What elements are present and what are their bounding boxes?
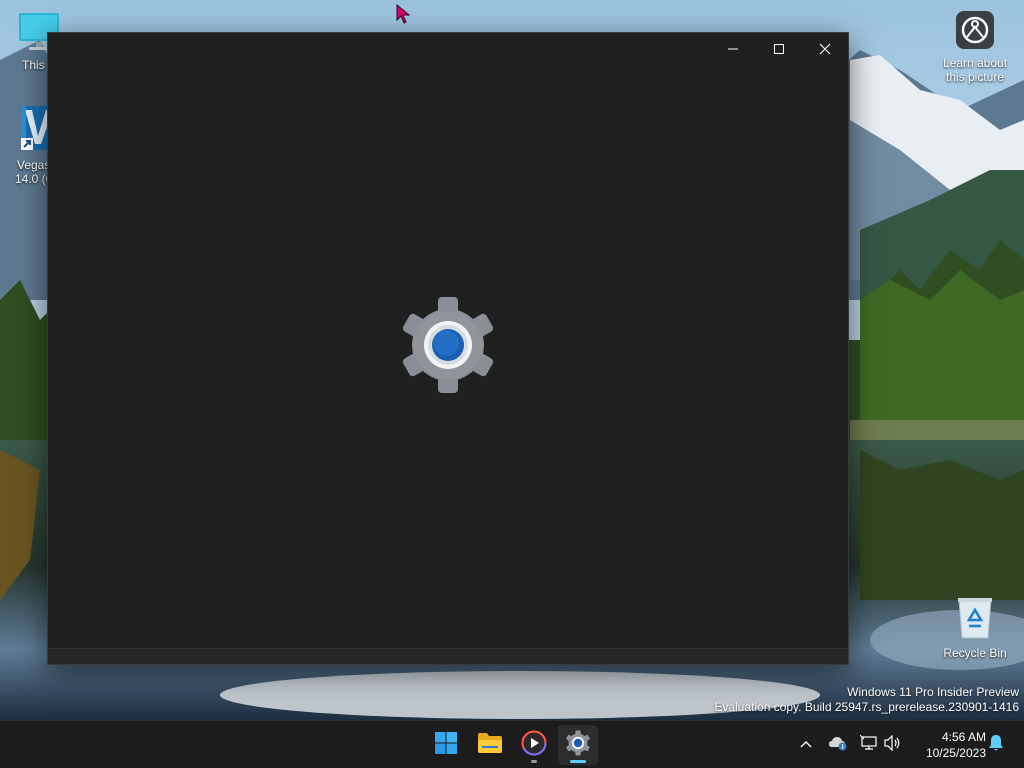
tray-network[interactable] — [858, 729, 880, 761]
camera-info-icon — [937, 10, 1013, 53]
tray-notifications[interactable] — [984, 729, 1008, 761]
onedrive-icon — [828, 735, 848, 755]
desktop-icon-learn-about-picture[interactable]: Learn about this picture — [937, 10, 1013, 84]
play-icon — [521, 730, 547, 760]
volume-icon — [884, 734, 902, 755]
network-icon — [859, 734, 878, 755]
mouse-cursor-icon — [396, 3, 411, 28]
running-indicator — [531, 760, 537, 763]
evaluation-watermark: Windows 11 Pro Insider Preview Evaluatio… — [714, 685, 1019, 715]
close-button[interactable] — [802, 33, 848, 66]
maximize-button[interactable] — [756, 33, 802, 66]
settings-window[interactable] — [47, 32, 849, 665]
windows-start-icon — [434, 731, 458, 759]
maximize-icon — [773, 40, 785, 59]
active-indicator — [570, 760, 586, 763]
clock-time: 4:56 AM — [941, 730, 986, 744]
tray-volume[interactable] — [882, 729, 904, 761]
taskbar-media-player[interactable] — [514, 725, 554, 765]
watermark-line-2: Evaluation copy. Build 25947.rs_prerelea… — [714, 700, 1019, 714]
tray-overflow-button[interactable] — [794, 729, 818, 761]
window-footer — [48, 648, 848, 664]
recycle-bin-icon — [937, 596, 1013, 643]
taskbar-start-button[interactable] — [426, 725, 466, 765]
minimize-icon — [727, 40, 739, 59]
tray-onedrive[interactable] — [826, 729, 850, 761]
settings-gear-icon — [399, 297, 497, 393]
desktop-icon-recycle-bin[interactable]: Recycle Bin — [937, 596, 1013, 660]
taskbar-settings[interactable] — [558, 725, 598, 765]
watermark-line-1: Windows 11 Pro Insider Preview — [847, 685, 1019, 699]
desktop-icon-label: Recycle Bin — [943, 646, 1007, 660]
chevron-up-icon — [800, 736, 812, 755]
clock-date: 10/25/2023 — [925, 746, 986, 760]
close-icon — [819, 40, 831, 59]
gear-icon — [565, 730, 591, 760]
taskbar: 4:56 AM 10/25/2023 — [0, 720, 1024, 768]
bell-icon — [988, 734, 1004, 756]
minimize-button[interactable] — [710, 33, 756, 66]
window-titlebar[interactable] — [48, 33, 848, 66]
taskbar-file-explorer[interactable] — [470, 725, 510, 765]
tray-clock[interactable]: 4:56 AM 10/25/2023 — [910, 729, 986, 761]
folder-icon — [477, 732, 503, 758]
desktop-icon-label: Learn about this picture — [942, 56, 1008, 84]
